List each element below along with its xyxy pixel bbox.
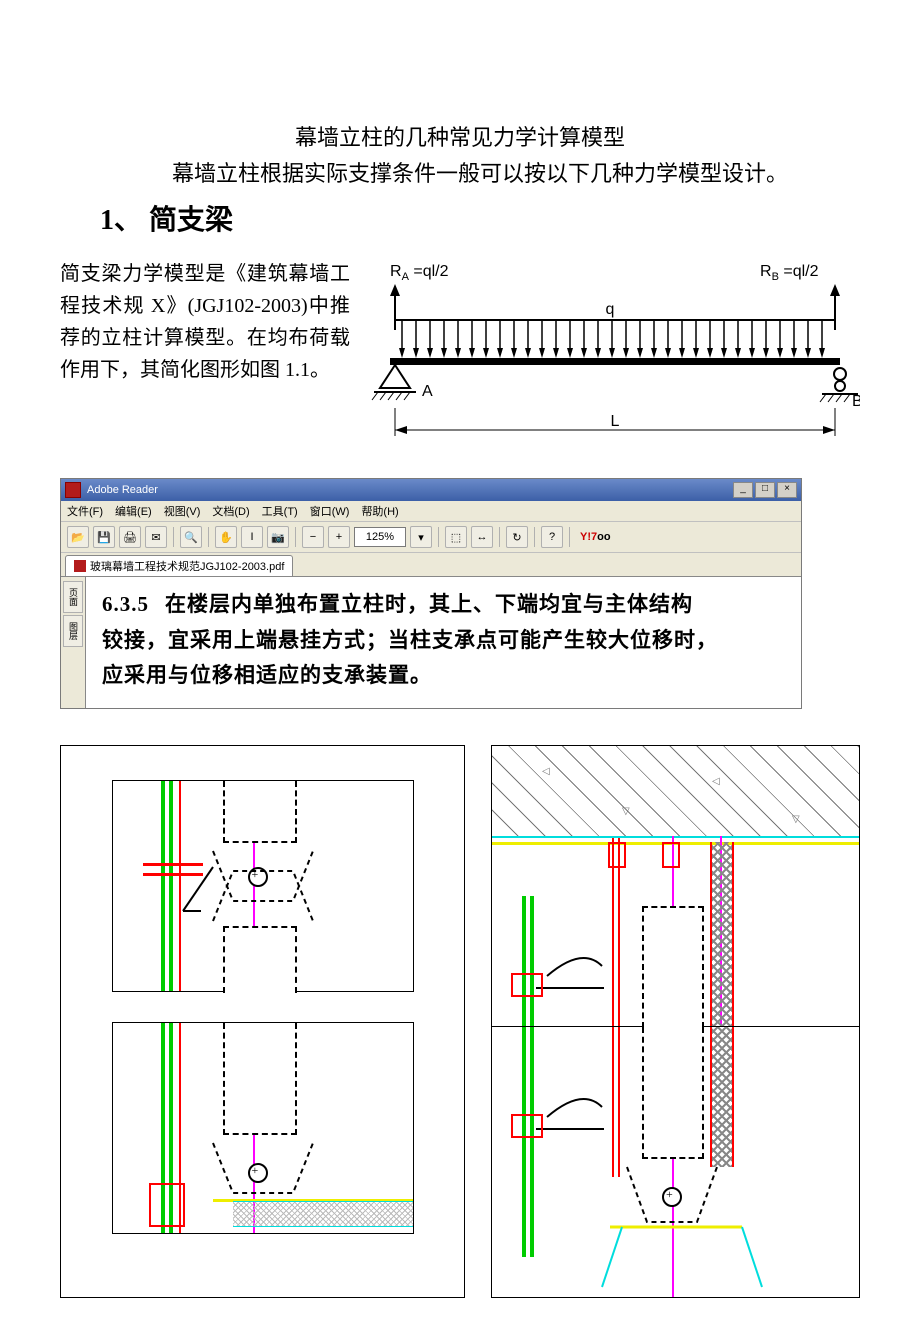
snapshot-icon[interactable]: 📷	[267, 526, 289, 548]
sidebar-pages-button[interactable]: 页面	[63, 581, 83, 613]
svg-text:RB =ql/2: RB =ql/2	[760, 263, 819, 283]
menubar: 文件(F) 编辑(E) 视图(V) 文档(D) 工具(T) 窗口(W) 帮助(H…	[61, 501, 801, 522]
svg-text:q: q	[606, 301, 615, 318]
rotate-icon[interactable]: ↻	[506, 526, 528, 548]
tab-label: 玻璃幕墙工程技术规范JGJ102-2003.pdf	[90, 558, 284, 574]
print-icon[interactable]: 🖨	[119, 526, 141, 548]
fit-width-icon[interactable]: ↔	[471, 526, 493, 548]
pdf-icon	[74, 560, 86, 572]
fit-page-icon[interactable]: ⬚	[445, 526, 467, 548]
right-bottom-detail	[492, 1027, 859, 1297]
sidebar: 页面 图层	[61, 577, 86, 708]
drawings-row: ◁ ▽ ◁ ▽	[60, 745, 860, 1298]
paragraph-text: 简支梁力学模型是《建筑幕墙工程技术规 X》(JGJ102-2003)中推荐的立柱…	[60, 258, 350, 386]
yahoo-icon[interactable]: Y!7oo	[576, 527, 615, 547]
section-heading: 1、 简支梁	[100, 198, 860, 238]
save-icon[interactable]: 💾	[93, 526, 115, 548]
document-tab[interactable]: 玻璃幕墙工程技术规范JGJ102-2003.pdf	[65, 555, 293, 576]
document-content: 6.3.5 在楼层内单独布置立柱时，其上、下端均宜与主体结构 铰接，宜采用上端悬挂…	[86, 577, 801, 708]
hand-tool-icon[interactable]: ✋	[215, 526, 237, 548]
right-top-detail: ◁ ▽ ◁ ▽	[492, 746, 859, 1027]
doc-subtitle: 幕墙立柱根据实际支撑条件一般可以按以下几种力学模型设计。	[60, 156, 860, 188]
menu-document[interactable]: 文档(D)	[212, 503, 249, 519]
titlebar: Adobe Reader _ □ ×	[61, 479, 801, 501]
search-icon[interactable]: 🔍	[180, 526, 202, 548]
close-button[interactable]: ×	[777, 482, 797, 498]
menu-tools[interactable]: 工具(T)	[262, 503, 298, 519]
adobe-reader-window: Adobe Reader _ □ × 文件(F) 编辑(E) 视图(V) 文档(…	[60, 478, 802, 709]
open-icon[interactable]: 📂	[67, 526, 89, 548]
minimize-button[interactable]: _	[733, 482, 753, 498]
menu-view[interactable]: 视图(V)	[164, 503, 201, 519]
doc-line-2: 铰接，宜采用上端悬挂方式；当柱支承点可能产生较大位移时，	[102, 628, 718, 652]
doc-title: 幕墙立柱的几种常见力学计算模型	[60, 120, 860, 152]
left-top-detail	[112, 780, 414, 992]
sidebar-layers-button[interactable]: 图层	[63, 615, 83, 647]
tab-bar: 玻璃幕墙工程技术规范JGJ102-2003.pdf	[61, 553, 801, 577]
menu-help[interactable]: 帮助(H)	[361, 503, 398, 519]
right-frame: ◁ ▽ ◁ ▽	[491, 745, 860, 1298]
menu-file[interactable]: 文件(F)	[67, 503, 103, 519]
svg-text:B: B	[852, 393, 860, 410]
mail-icon[interactable]: ✉	[145, 526, 167, 548]
doc-line-1: 在楼层内单独布置立柱时，其上、下端均宜与主体结构	[165, 592, 693, 616]
section-number: 6.3.5	[102, 592, 149, 616]
svg-text:A: A	[422, 383, 433, 400]
left-bottom-detail	[112, 1022, 414, 1234]
left-frame	[60, 745, 465, 1298]
zoom-dropdown-icon[interactable]: ▾	[410, 526, 432, 548]
beam-diagram: RA =ql/2 RB =ql/2 q	[360, 258, 860, 458]
zoom-out-icon[interactable]: −	[302, 526, 324, 548]
zoom-in-icon[interactable]: +	[328, 526, 350, 548]
svg-text:L: L	[611, 413, 620, 430]
app-title: Adobe Reader	[87, 484, 158, 496]
toolbar: 📂 💾 🖨 ✉ 🔍 ✋ I 📷 − + 125% ▾ ⬚ ↔ ↻ ? Y!7oo	[61, 522, 801, 553]
menu-window[interactable]: 窗口(W)	[310, 503, 350, 519]
menu-edit[interactable]: 编辑(E)	[115, 503, 152, 519]
select-text-icon[interactable]: I	[241, 526, 263, 548]
zoom-field[interactable]: 125%	[354, 527, 406, 547]
help-icon[interactable]: ?	[541, 526, 563, 548]
app-icon	[65, 482, 81, 498]
doc-line-3: 应采用与位移相适应的支承装置。	[102, 663, 432, 687]
svg-text:RA =ql/2: RA =ql/2	[390, 263, 449, 283]
maximize-button[interactable]: □	[755, 482, 775, 498]
